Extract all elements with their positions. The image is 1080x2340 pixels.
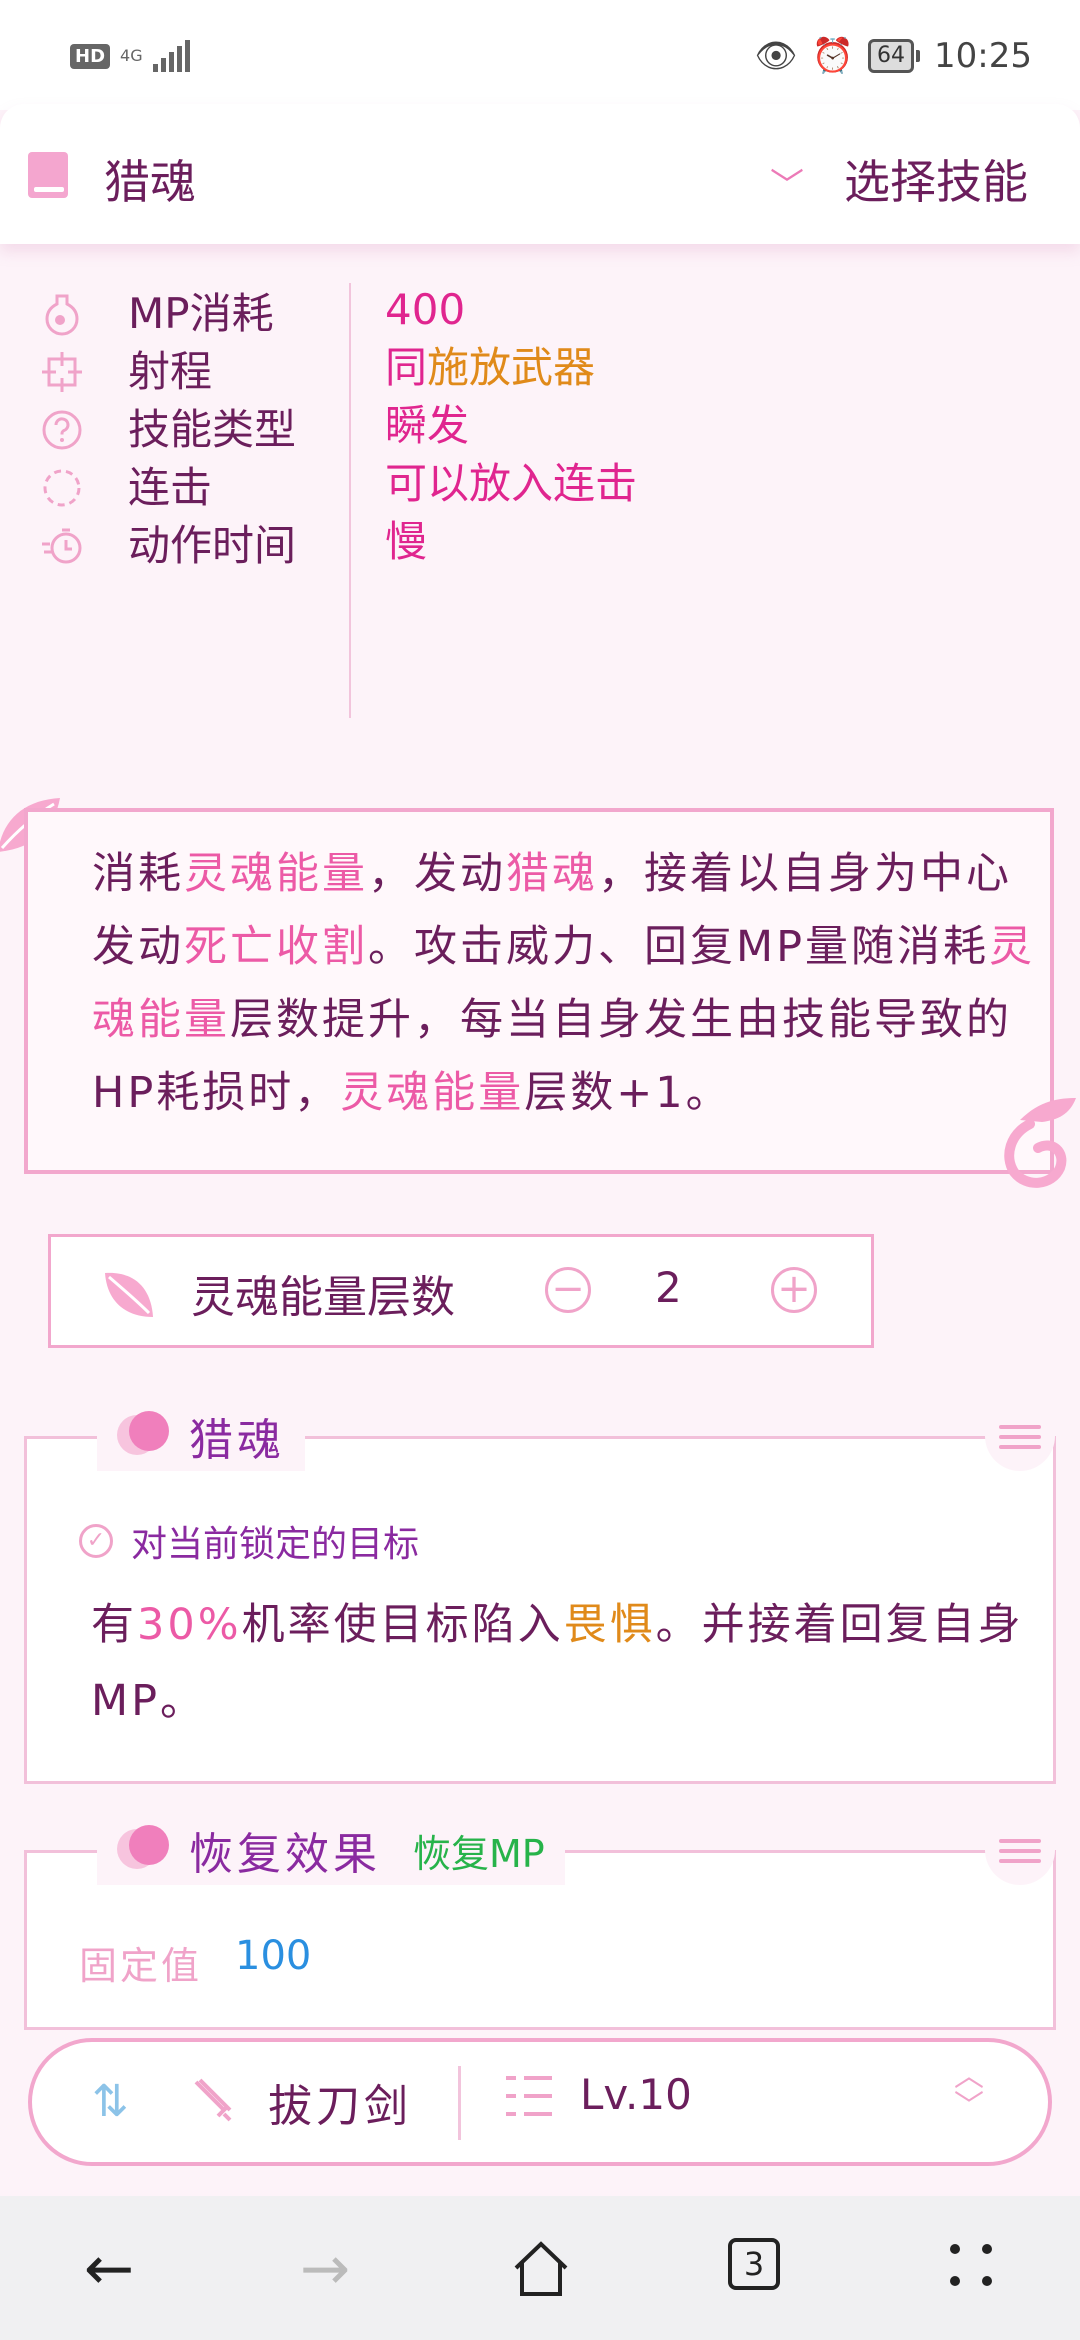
prop-label: MP消耗 [128,289,274,338]
forward-arrow-icon[interactable]: → [290,2236,360,2306]
description-text: 消耗灵魂能量，发动猎魂，接着以自身为中心发动死亡收割。攻击威力、回复MP量随消耗… [92,849,1036,1118]
target-row: ✓ 对当前锁定的目标 [79,1515,419,1567]
timer-icon [40,524,84,568]
effect-panel-recover: 恢复效果 恢复MP 固定值 100 [24,1815,1056,2030]
status-bar: HD 4G 👁 ⏰ 64 10:25 [0,0,1080,110]
hd-badge: HD [70,43,111,69]
keyword-soul-energy: 灵魂能量 [340,1068,525,1118]
prop-value: 同施放武器 [385,338,595,398]
prop-row-mp: MP消耗 400 [40,284,1040,344]
plus-button[interactable]: + [771,1267,817,1313]
battery-icon: 64 [868,39,921,73]
sword-icon [188,2076,236,2135]
clock: 10:25 [934,36,1032,76]
moon-icon [117,1825,169,1875]
level-selector[interactable]: Lv.10 [580,2070,692,2119]
keyword-fear: 畏惧 [563,1600,656,1650]
fixed-value: 100 [235,1933,312,1979]
fixed-value-label: 固定值 [79,1944,203,1988]
back-arrow-icon[interactable]: ← [74,2236,144,2306]
prop-value: 瞬发 [385,401,470,450]
range-weapon: 施放武器 [427,343,596,392]
stacks-label: 灵魂能量层数 [191,1272,455,1323]
prop-label: 技能类型 [128,405,297,454]
prop-row-type: 技能类型 瞬发 [40,400,1040,460]
prop-row-combo: 连击 可以放入连击 [40,458,1040,518]
panel-subtitle: 恢复MP [413,1831,545,1876]
prop-label: 射程 [128,347,213,396]
prop-value: 慢 [385,517,428,566]
effect-text: 有30%机率使目标陷入畏惧。并接着回复自身MP。 [91,1600,1024,1726]
question-icon [40,408,84,452]
select-skill-button[interactable]: 选择技能 [844,146,1028,212]
signal-icon [152,40,190,72]
eye-icon: 👁 [754,36,798,76]
stacks-value: 2 [655,1263,682,1312]
list-icon [506,2072,554,2122]
prop-label: 动作时间 [128,521,297,570]
keyword-soul-energy: 灵魂能量 [184,849,368,899]
skill-header: 猎魂 ﹀ 选择技能 [0,104,1080,244]
bar-divider [458,2066,461,2140]
panel-title: 猎魂 [189,1415,285,1466]
crosshair-icon [40,350,84,394]
weapon-level-bar: ⇅ 拔刀剑 Lv.10 ︿ ﹀ [28,2038,1052,2166]
check-circle-icon: ✓ [79,1524,113,1558]
tabs-button[interactable]: 3 [728,2238,780,2290]
network-type: 4G [120,46,143,65]
home-icon[interactable] [506,2236,576,2306]
panel-title: 恢复效果 [189,1829,381,1880]
status-right: 👁 ⏰ 64 10:25 [755,36,1033,76]
prop-label: 连击 [128,463,213,512]
skill-name: 猎魂 [104,155,196,209]
potion-icon [40,292,84,336]
more-menu-icon[interactable] [946,2240,1000,2294]
effect-panel-hunt: 猎魂 ✓ 对当前锁定的目标 有30%机率使目标陷入畏惧。并接着回复自身MP。 [24,1401,1056,1784]
skill-description: 消耗灵魂能量，发动猎魂，接着以自身为中心发动死亡收割。攻击威力、回复MP量随消耗… [24,808,1054,1174]
swap-icon[interactable]: ⇅ [92,2076,129,2127]
prop-value: 可以放入连击 [385,459,638,508]
target-text: 对当前锁定的目标 [131,1524,420,1565]
alarm-icon: ⏰ [811,36,855,76]
soul-energy-stacks: 灵魂能量层数 − 2 + [48,1234,874,1348]
chance-value: 30% [137,1600,242,1650]
browser-nav-bar: ← → 3 [0,2196,1080,2340]
book-icon [28,152,68,198]
status-left: HD 4G [70,40,190,72]
combo-icon [40,466,84,510]
prop-row-range: 射程 同施放武器 [40,342,1040,402]
keyword-death-harvest: 死亡收割 [184,922,368,972]
prop-value: 400 [385,285,466,334]
menu-icon[interactable] [985,1401,1055,1471]
moon-icon [117,1411,169,1461]
battery-level: 64 [868,39,915,73]
updown-chevron-icon[interactable]: ︿ ﹀ [954,2062,984,2122]
weapon-selector[interactable]: 拔刀剑 [268,2070,412,2134]
range-prefix: 同 [385,343,428,392]
panel-header: 猎魂 [97,1401,305,1471]
prop-row-action-time: 动作时间 慢 [40,516,1040,576]
menu-icon[interactable] [985,1815,1055,1885]
minus-button[interactable]: − [545,1267,591,1313]
leaf-icon [105,1272,153,1317]
keyword-hunt: 猎魂 [506,849,598,899]
chevron-down-icon[interactable]: ﹀ [770,158,804,207]
panel-header: 恢复效果 恢复MP [97,1815,565,1885]
swirl-leaf-icon [1004,1098,1076,1188]
